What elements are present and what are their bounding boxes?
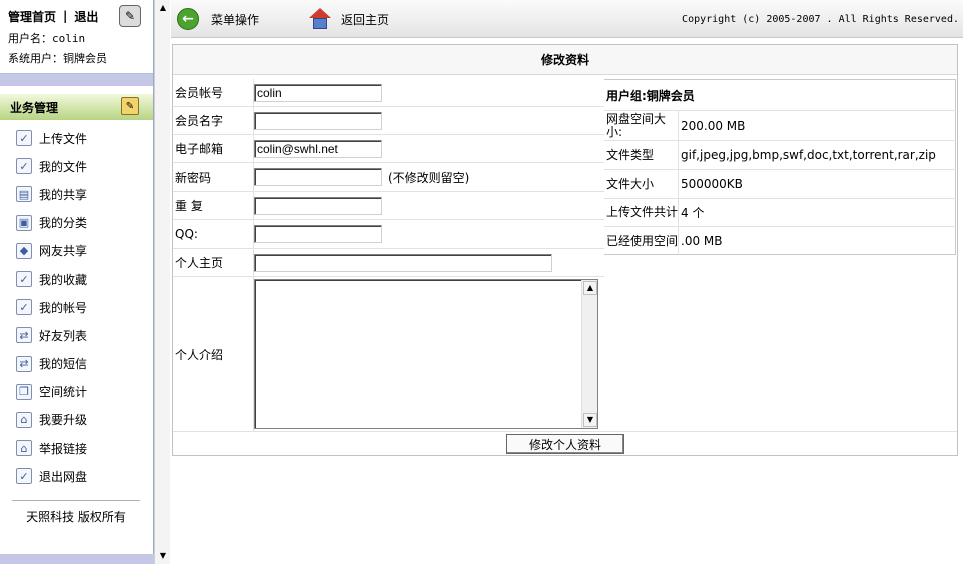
- page-title: 修改资料: [173, 45, 957, 75]
- document-icon: ✓: [16, 158, 32, 175]
- name-label: 会员名字: [173, 107, 254, 134]
- sidebar-item-my-files[interactable]: ✓ 我的文件: [0, 152, 153, 180]
- intro-row: 个人介绍 ▲ ▼: [173, 277, 604, 431]
- new-password-field[interactable]: [254, 168, 382, 186]
- clipboard-icon: ✎: [119, 5, 141, 27]
- user-role-text: 系统用户：铜牌会员: [8, 52, 107, 65]
- scroll-up-arrow-icon[interactable]: ▲: [583, 281, 597, 295]
- user-info-panel: 管理首页 | 退出 ✎ 用户名：colin 系统用户：铜牌会员: [0, 0, 153, 74]
- account-field[interactable]: [254, 83, 382, 102]
- user-group-header: 用户组:铜牌会员: [604, 80, 956, 111]
- sidebar-item-upgrade[interactable]: ⌂ 我要升级: [0, 406, 153, 434]
- folder-icon: ✎: [121, 97, 139, 115]
- repeat-password-label: 重 复: [173, 192, 254, 219]
- back-home-button[interactable]: 返回主页: [309, 8, 389, 30]
- message-icon: ⇄: [16, 355, 32, 372]
- name-row: 会员名字: [173, 107, 604, 135]
- homepage-row: 个人主页: [173, 249, 604, 277]
- user-group-info-table: 用户组:铜牌会员 网盘空间大小: 200.00 MB 文件类型 gif,jpeg…: [604, 79, 956, 255]
- info-row: 上传文件共计 4 个: [604, 199, 956, 227]
- footer-text: 天照科技 版权所有: [12, 500, 140, 525]
- separator-bar: [0, 74, 153, 86]
- sidebar-menu: ✓ 上传文件 ✓ 我的文件 ▤ 我的共享 ▣ 我的分类 ◆ 网友共享 ✓ 我的收藏 ✓ 我的帐…: [0, 120, 153, 490]
- edit-profile-panel: 修改资料 会员帐号 会员名字 电子邮箱 新密码 (不修改则留空) 重 复 QQ:…: [172, 44, 958, 456]
- back-arrow-icon: ←: [177, 8, 199, 30]
- upload-icon: ✓: [16, 130, 32, 147]
- link-separator: |: [63, 9, 68, 23]
- sidebar-item-my-shares[interactable]: ▤ 我的共享: [0, 180, 153, 208]
- scroll-down-arrow-icon[interactable]: ▼: [583, 413, 597, 427]
- home-icon: [309, 8, 331, 30]
- homepage-field[interactable]: [254, 253, 552, 272]
- email-field[interactable]: [254, 139, 382, 158]
- exit-icon: ✓: [16, 468, 32, 485]
- scroll-up-arrow-icon[interactable]: ▲: [155, 0, 171, 16]
- username-text: 用户名：colin: [8, 32, 86, 45]
- sidebar-item-friend-list[interactable]: ⇄ 好友列表: [0, 321, 153, 349]
- friends-icon: ⇄: [16, 327, 32, 344]
- sidebar-item-upload[interactable]: ✓ 上传文件: [0, 124, 153, 152]
- scroll-down-arrow-icon[interactable]: ▼: [155, 548, 171, 564]
- textarea-scrollbar[interactable]: ▲ ▼: [581, 280, 597, 428]
- repeat-password-row: 重 复: [173, 192, 604, 220]
- sidebar-item-favorites[interactable]: ✓ 我的收藏: [0, 265, 153, 293]
- favorite-icon: ✓: [16, 271, 32, 288]
- category-icon: ▣: [16, 214, 32, 231]
- home-link[interactable]: 管理首页: [8, 8, 56, 25]
- name-field[interactable]: [254, 111, 382, 130]
- sidebar-item-report-link[interactable]: ⌂ 举报链接: [0, 434, 153, 462]
- intro-label: 个人介绍: [173, 277, 254, 431]
- sidebar-item-space-stats[interactable]: ❐ 空间统计: [0, 378, 153, 406]
- copyright-text: Copyright (c) 2005-2007 . All Rights Res…: [682, 14, 959, 25]
- menu-ops-button[interactable]: ← 菜单操作: [177, 8, 259, 30]
- email-label: 电子邮箱: [173, 135, 254, 162]
- repeat-password-field[interactable]: [254, 196, 382, 215]
- qq-field[interactable]: [254, 225, 382, 243]
- account-label: 会员帐号: [173, 79, 254, 106]
- homepage-label: 个人主页: [173, 249, 254, 276]
- stats-icon: ❐: [16, 383, 32, 400]
- menu-header: 业务管理 ✎: [0, 94, 153, 120]
- sidebar-item-friends-shares[interactable]: ◆ 网友共享: [0, 237, 153, 265]
- email-row: 电子邮箱: [173, 135, 604, 163]
- menu-header-title: 业务管理: [10, 100, 59, 115]
- account-row: 会员帐号: [173, 79, 604, 107]
- sidebar-item-my-categories[interactable]: ▣ 我的分类: [0, 209, 153, 237]
- new-password-label: 新密码: [173, 163, 254, 191]
- qq-row: QQ:: [173, 220, 604, 249]
- new-password-row: 新密码 (不修改则留空): [173, 163, 604, 192]
- top-toolbar: ← 菜单操作 返回主页 Copyright (c) 2005-2007 . Al…: [171, 0, 963, 38]
- network-share-icon: ◆: [16, 242, 32, 259]
- account-icon: ✓: [16, 299, 32, 316]
- save-profile-button[interactable]: 修改个人资料: [506, 434, 624, 454]
- sidebar-item-exit[interactable]: ✓ 退出网盘: [0, 462, 153, 490]
- intro-textarea[interactable]: ▲ ▼: [254, 279, 598, 429]
- bottom-bar: [0, 554, 154, 564]
- info-row: 网盘空间大小: 200.00 MB: [604, 111, 956, 141]
- share-icon: ▤: [16, 186, 32, 203]
- sidebar-item-messages[interactable]: ⇄ 我的短信: [0, 350, 153, 378]
- info-row: 文件大小 500000KB: [604, 170, 956, 199]
- info-row: 文件类型 gif,jpeg,jpg,bmp,swf,doc,txt,torren…: [604, 141, 956, 170]
- logout-link[interactable]: 退出: [74, 8, 98, 25]
- sidebar-item-my-account[interactable]: ✓ 我的帐号: [0, 293, 153, 321]
- submit-row: 修改个人资料: [173, 431, 957, 455]
- info-row: 已经使用空间 .00 MB: [604, 227, 956, 255]
- qq-label: QQ:: [173, 220, 254, 248]
- page-scrollbar[interactable]: ▲ ▼: [154, 0, 170, 564]
- house-icon: ⌂: [16, 411, 32, 428]
- report-icon: ⌂: [16, 440, 32, 457]
- left-panel: 管理首页 | 退出 ✎ 用户名：colin 系统用户：铜牌会员 业务管理 ✎ ✓…: [0, 0, 154, 564]
- password-hint: (不修改则留空): [388, 170, 470, 185]
